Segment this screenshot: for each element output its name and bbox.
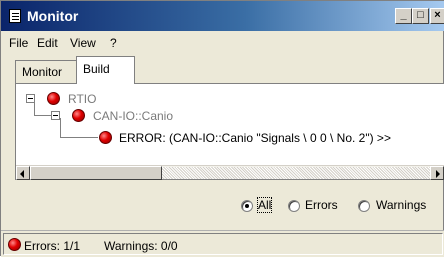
document-icon [9,9,21,23]
arrow-right-icon [436,170,440,178]
status-errors: Errors: 1/1 [24,239,81,253]
menu-view[interactable]: View [70,36,96,50]
radio-all[interactable] [241,200,253,212]
radio-all-label[interactable]: All [256,197,273,213]
message-filter: All Errors Warnings [1,191,444,221]
scroll-left-button[interactable] [16,166,30,180]
error-status-icon [8,238,21,251]
scroll-track[interactable] [162,167,430,179]
error-status-icon [99,131,112,144]
radio-warnings[interactable] [358,200,370,212]
close-button[interactable]: × [430,8,444,24]
menu-help[interactable]: ? [110,36,117,50]
radio-errors-label[interactable]: Errors [305,198,338,212]
horizontal-scrollbar[interactable] [16,165,444,180]
monitor-window: Monitor _ □ × File Edit View ? Monitor B… [0,0,444,257]
tree-node-rtio[interactable]: RTIO [68,92,96,106]
radio-errors[interactable] [288,200,300,212]
error-status-icon [47,92,60,105]
error-status-icon [72,109,85,122]
scroll-thumb[interactable] [30,166,162,180]
arrow-left-icon [20,170,24,178]
menu-file[interactable]: File [9,36,28,50]
menu-edit[interactable]: Edit [37,36,58,50]
tab-build[interactable]: Build [76,56,135,84]
status-warnings: Warnings: 0/0 [104,239,178,253]
tree-connector [34,102,35,115]
scroll-right-button[interactable] [430,166,444,180]
build-tree-panel: RTIO CAN-IO::Canio ERROR: (CAN-IO::Canio… [15,83,444,180]
title-bar[interactable]: Monitor _ □ × [1,1,444,31]
radio-warnings-label[interactable]: Warnings [376,198,426,212]
window-title: Monitor [27,8,79,24]
tree-node-canio[interactable]: CAN-IO::Canio [93,109,173,123]
tree-node-error[interactable]: ERROR: (CAN-IO::Canio "Signals \ 0 0 \ N… [119,131,391,145]
status-bar: Errors: 1/1 Warnings: 0/0 [1,230,444,257]
collapse-rtio-icon[interactable] [26,94,35,103]
tab-strip: Monitor Build [1,56,444,84]
minimize-button[interactable]: _ [395,8,412,24]
tree-connector [60,137,98,138]
tree-connector [34,115,51,116]
status-panel: Errors: 1/1 Warnings: 0/0 [3,233,443,255]
collapse-canio-icon[interactable] [51,111,60,120]
tab-monitor[interactable]: Monitor [15,60,77,83]
tree-connector [60,118,61,137]
maximize-button[interactable]: □ [412,8,429,24]
menu-bar: File Edit View ? [1,33,444,53]
build-tree[interactable]: RTIO CAN-IO::Canio ERROR: (CAN-IO::Canio… [16,84,444,165]
